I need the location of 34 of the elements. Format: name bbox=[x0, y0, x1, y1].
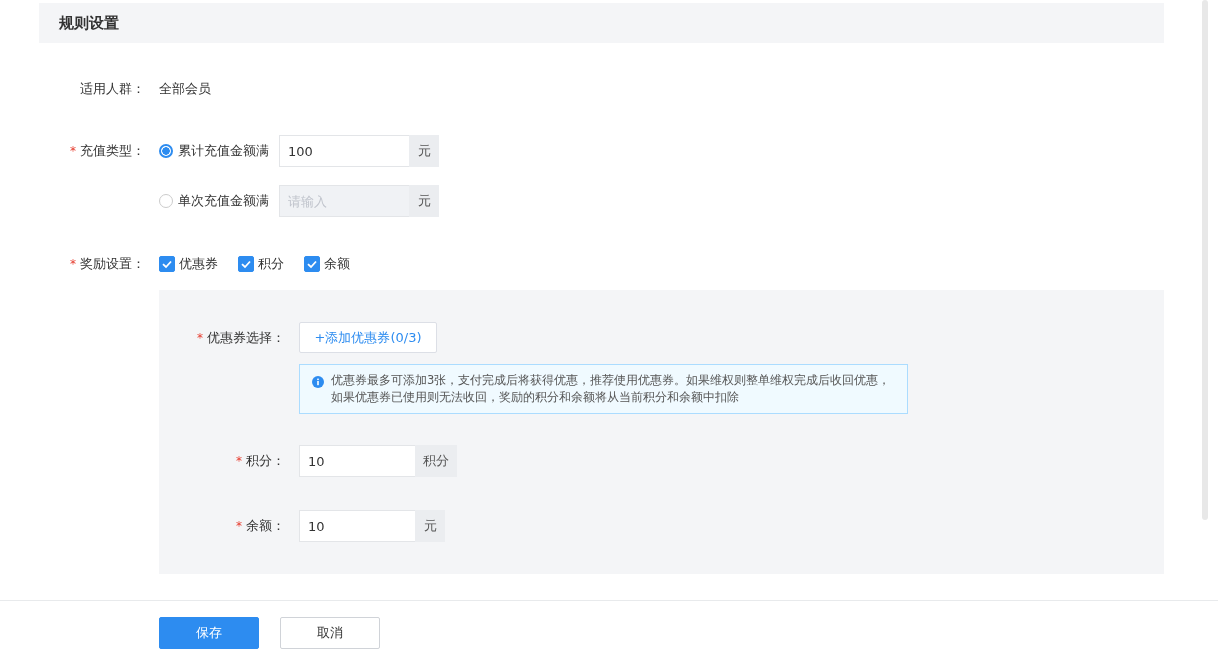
field-label: 适用人群： bbox=[80, 81, 145, 96]
field-label: 奖励设置： bbox=[80, 256, 145, 271]
unit-addon: 元 bbox=[409, 185, 439, 217]
required-mark: * bbox=[70, 257, 76, 271]
section-title: 规则设置 bbox=[59, 13, 119, 33]
checkbox-label[interactable]: 积分 bbox=[258, 254, 284, 274]
checkbox-label[interactable]: 优惠券 bbox=[179, 254, 218, 274]
unit-addon: 元 bbox=[409, 135, 439, 167]
field-value: 全部会员 bbox=[159, 80, 211, 98]
cancel-button[interactable]: 取消 bbox=[280, 617, 380, 649]
field-label: 余额： bbox=[246, 518, 285, 533]
checkbox[interactable] bbox=[304, 256, 320, 272]
radio-button[interactable] bbox=[159, 144, 173, 158]
radio-button[interactable] bbox=[159, 194, 173, 208]
checkbox[interactable] bbox=[159, 256, 175, 272]
field-label: 优惠券选择： bbox=[207, 330, 285, 345]
required-mark: * bbox=[70, 144, 76, 158]
amount-input[interactable]: 10 bbox=[299, 510, 415, 542]
unit-addon: 积分 bbox=[415, 445, 457, 477]
field-label: 充值类型： bbox=[80, 143, 145, 158]
info-icon bbox=[312, 376, 324, 388]
radio-label[interactable]: 累计充值金额满 bbox=[178, 142, 269, 160]
amount-input[interactable]: 100 bbox=[279, 135, 409, 167]
radio-label[interactable]: 单次充值金额满 bbox=[178, 192, 269, 210]
checkbox[interactable] bbox=[238, 256, 254, 272]
required-mark: * bbox=[236, 454, 242, 468]
add-coupon-button[interactable]: +添加优惠券(0/3) bbox=[299, 322, 437, 353]
field-label: 积分： bbox=[246, 453, 285, 468]
checkbox-label[interactable]: 余额 bbox=[324, 254, 350, 274]
required-mark: * bbox=[197, 331, 203, 345]
required-mark: * bbox=[236, 519, 242, 533]
unit-addon: 元 bbox=[415, 510, 445, 542]
info-text: 优惠券最多可添加3张，支付完成后将获得优惠，推荐使用优惠券。如果维权则整单维权完成后收回优惠，如果优惠券已使用则无法收回，奖励的积分和余额将从当前积分和余额中扣除 bbox=[331, 372, 892, 406]
amount-input[interactable]: 10 bbox=[299, 445, 415, 477]
